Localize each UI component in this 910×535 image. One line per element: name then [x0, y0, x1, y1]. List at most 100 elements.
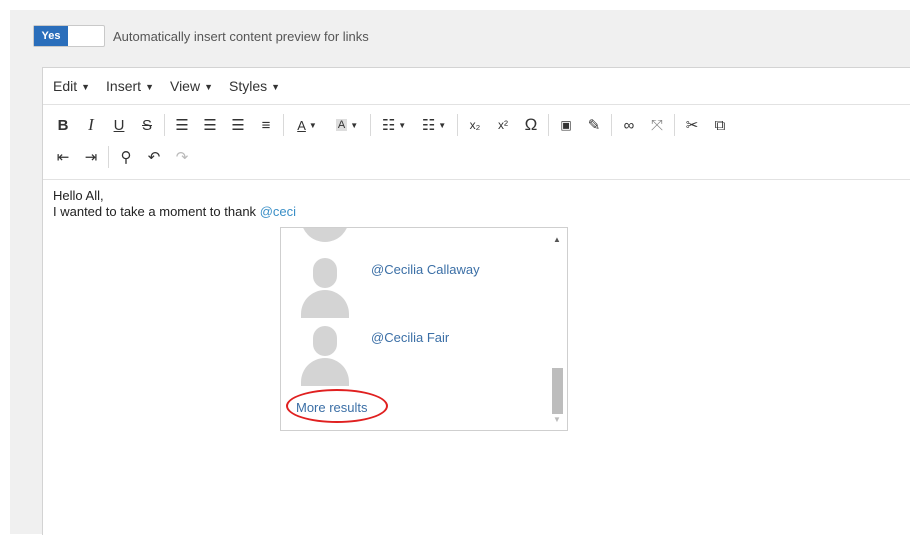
avatar [299, 258, 351, 318]
content-line-1: Hello All, [53, 188, 104, 203]
background-color-button[interactable]: A ▼ [327, 111, 367, 139]
image-icon: ▣ [560, 118, 572, 132]
text-color-button[interactable]: A ▼ [287, 111, 327, 139]
outdent-button[interactable]: ⇤ [49, 143, 77, 171]
menu-view[interactable]: View ▼ [170, 78, 213, 94]
chevron-down-icon: ▼ [438, 120, 447, 130]
underline-icon: U [113, 116, 125, 134]
align-right-button[interactable]: ☰ [224, 111, 252, 139]
superscript-button[interactable]: x² [489, 111, 517, 139]
chevron-down-icon: ▼ [271, 82, 281, 93]
undo-icon: ↶ [147, 149, 161, 166]
editor-content[interactable]: Hello All, I wanted to take a moment to … [43, 180, 910, 228]
insert-image-button[interactable]: ▣ [552, 111, 580, 139]
special-character-button[interactable]: Ω [517, 111, 545, 139]
subscript-icon: x₂ [469, 118, 481, 132]
toolbar-row-1: B I U S ☰ ☰ ☰ ≡ A ▼ A ▼ ☷ ▼ ☷ ▼ x₂ x² Ω ▣ ✎ … [49, 109, 910, 141]
undo-button[interactable]: ↶ [140, 143, 168, 171]
chevron-down-icon: ▼ [145, 82, 154, 93]
menu-styles[interactable]: Styles ▼ [229, 78, 280, 94]
cut-button[interactable]: ✂ [678, 111, 706, 139]
toolbar-separator [457, 114, 458, 136]
mention-dropdown: @Cecilia Callaway @Cecilia Fair More res… [280, 227, 568, 431]
bullet-list-icon: ☷ [381, 117, 396, 134]
chevron-down-icon: ▼ [308, 120, 317, 130]
subscript-button[interactable]: x₂ [461, 111, 489, 139]
numbered-list-button[interactable]: ☷ ▼ [414, 111, 454, 139]
toolbar-separator [370, 114, 371, 136]
indent-button[interactable]: ⇥ [77, 143, 105, 171]
copy-icon: ⧉ [714, 116, 726, 134]
scroll-up-icon[interactable]: ▲ [549, 232, 565, 246]
editor-menubar: Edit ▼ Insert ▼ View ▼ Styles ▼ [43, 68, 910, 105]
bold-icon: B [57, 116, 69, 134]
align-left-icon: ☰ [175, 117, 189, 134]
scroll-thumb[interactable] [552, 368, 563, 414]
italic-button[interactable]: I [77, 111, 105, 139]
superscript-icon: x² [498, 118, 508, 132]
align-justify-icon: ≡ [261, 116, 271, 134]
align-center-button[interactable]: ☰ [196, 111, 224, 139]
mention-option[interactable]: @Cecilia Fair [299, 326, 549, 386]
copy-button[interactable]: ⧉ [706, 111, 734, 139]
scroll-down-icon[interactable]: ▼ [549, 412, 565, 426]
content-line-2-text: I wanted to take a moment to thank [53, 204, 260, 219]
chevron-down-icon: ▼ [398, 120, 407, 130]
toolbar-row-2: ⇤ ⇥ ⚲ ↶ ↷ [49, 141, 910, 173]
toolbar-separator [548, 114, 549, 136]
toggle-on-label: Yes [34, 26, 68, 46]
bold-button[interactable]: B [49, 111, 77, 139]
menu-insert[interactable]: Insert ▼ [106, 78, 154, 94]
avatar-body [301, 358, 349, 386]
chevron-down-icon: ▼ [350, 120, 359, 130]
omega-icon: Ω [524, 115, 538, 134]
content-line-2: I wanted to take a moment to thank @ceci [53, 204, 901, 220]
edit-icon: ✎ [587, 117, 601, 134]
mention-text: @ceci [259, 204, 297, 219]
align-justify-button[interactable]: ≡ [252, 111, 280, 139]
insert-link-button[interactable]: ∞ [615, 111, 643, 139]
binoculars-icon: ⚲ [120, 149, 132, 166]
menu-insert-label: Insert [106, 78, 142, 94]
background-color-icon: A [335, 119, 348, 131]
strikethrough-icon: S [141, 116, 152, 134]
avatar-head [313, 258, 337, 288]
bullet-list-button[interactable]: ☷ ▼ [374, 111, 414, 139]
numbered-list-icon: ☷ [421, 117, 436, 134]
redo-button[interactable]: ↷ [168, 143, 196, 171]
toolbar-separator [108, 146, 109, 168]
toolbar-separator [164, 114, 165, 136]
editor-toolbar: B I U S ☰ ☰ ☰ ≡ A ▼ A ▼ ☷ ▼ ☷ ▼ x₂ x² Ω ▣ ✎ … [43, 105, 910, 180]
align-right-icon: ☰ [231, 117, 245, 134]
avatar-head [313, 326, 337, 356]
outdent-icon: ⇤ [56, 149, 70, 166]
avatar-body [301, 290, 349, 318]
toolbar-separator [674, 114, 675, 136]
align-left-button[interactable]: ☰ [168, 111, 196, 139]
menu-styles-label: Styles [229, 78, 268, 94]
menu-edit[interactable]: Edit ▼ [53, 78, 90, 94]
unlink-button[interactable]: ⤧ [643, 111, 671, 139]
underline-button[interactable]: U [105, 111, 133, 139]
toolbar-separator [283, 114, 284, 136]
chevron-down-icon: ▼ [81, 82, 91, 93]
menu-edit-label: Edit [53, 78, 78, 94]
annotation-circle [286, 389, 388, 423]
dropdown-scrollbar[interactable]: ▲ ▼ [549, 230, 565, 428]
edit-button[interactable]: ✎ [580, 111, 608, 139]
mention-option-name: @Cecilia Callaway [371, 262, 480, 277]
italic-icon: I [88, 115, 94, 134]
partial-avatar [301, 228, 349, 242]
strikethrough-button[interactable]: S [133, 111, 161, 139]
chevron-down-icon: ▼ [204, 82, 213, 93]
menu-view-label: View [169, 78, 201, 94]
find-replace-button[interactable]: ⚲ [112, 143, 140, 171]
scissors-icon: ✂ [685, 117, 699, 134]
mention-option[interactable]: @Cecilia Callaway [299, 258, 549, 318]
preview-toggle-row: Yes Automatically insert content preview… [33, 24, 369, 48]
mention-option-name: @Cecilia Fair [371, 330, 450, 345]
text-color-icon: A [297, 117, 306, 133]
avatar [299, 326, 351, 386]
preview-toggle[interactable]: Yes [33, 25, 105, 47]
toolbar-separator [611, 114, 612, 136]
